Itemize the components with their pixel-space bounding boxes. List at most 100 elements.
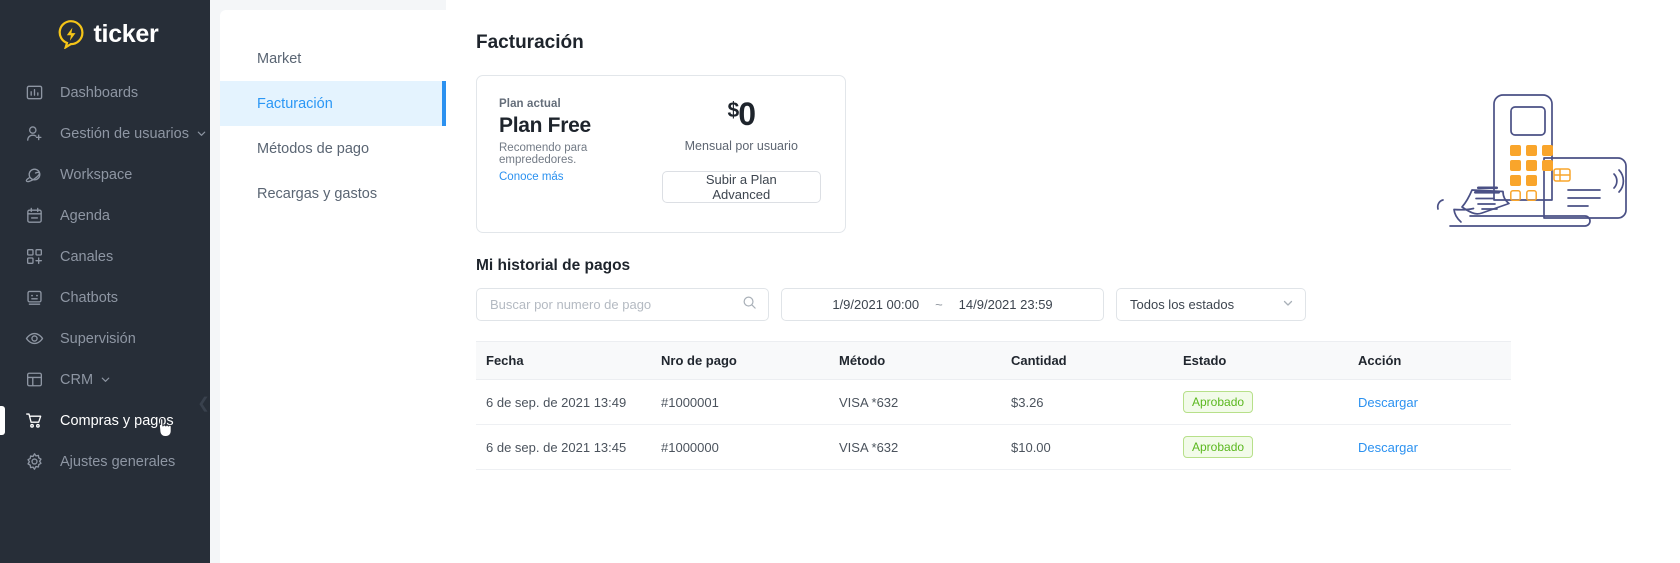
sidebar-item-compras-y-pagos[interactable]: Compras y pagos: [0, 400, 210, 441]
sidebar-item-label: Canales: [60, 248, 114, 265]
calendar-icon: [24, 206, 44, 226]
sidebar-item-gestion-de-usuarios[interactable]: Gestión de usuarios: [0, 113, 210, 154]
sidebar-item-agenda[interactable]: Agenda: [0, 195, 210, 236]
cell-cantidad: $3.26: [1001, 379, 1173, 425]
sidebar-item-label: CRM: [60, 371, 94, 388]
brand-logo[interactable]: ticker: [0, 0, 210, 68]
chevron-down-icon[interactable]: [196, 128, 207, 139]
sidebar-item-supervision[interactable]: Supervisión: [0, 318, 210, 359]
sidebar-nav: Dashboards Gestión de usuarios Workspace…: [0, 72, 210, 482]
brand-name: ticker: [93, 19, 159, 48]
price-note: Mensual por usuario: [684, 139, 798, 153]
payment-history-table: Fecha Nro de pago Método Cantidad Estado…: [476, 341, 1511, 470]
plan-name: Plan Free: [499, 114, 591, 137]
cell-metodo: VISA *632: [829, 424, 1001, 470]
download-link[interactable]: Descargar: [1358, 440, 1418, 455]
status-badge: Aprobado: [1183, 436, 1254, 458]
column-header-nro-de-pago: Nro de pago: [651, 341, 829, 380]
chevron-down-icon[interactable]: [100, 374, 111, 385]
table-header: Fecha Nro de pago Método Cantidad Estado…: [476, 341, 1511, 380]
column-header-fecha: Fecha: [476, 341, 651, 380]
cell-estado: Aprobado: [1173, 379, 1348, 425]
subnav-item-facturacion[interactable]: Facturación: [220, 81, 446, 126]
sidebar-item-label: Ajustes generales: [60, 453, 176, 470]
subnav-item-market[interactable]: Market: [220, 36, 446, 81]
plan-details: Plan actual Plan Free Recomendo para emp…: [499, 96, 662, 232]
grid-add-icon: [24, 247, 44, 267]
plan-pricing: $0 Mensual por usuario Subir a Plan Adva…: [661, 96, 823, 232]
sidebar-item-canales[interactable]: Canales: [0, 236, 210, 277]
history-filters: 1/9/2021 00:00 ~ 14/9/2021 23:59 Todos l…: [476, 288, 1640, 321]
subnav-item-label: Recargas y gastos: [257, 185, 378, 202]
table-header-row: Fecha Nro de pago Método Cantidad Estado…: [476, 341, 1511, 380]
chart-bars-icon: [24, 83, 44, 103]
search-icon[interactable]: [742, 295, 757, 315]
date-range-separator: ~: [935, 297, 943, 312]
table-body: 6 de sep. de 2021 13:49 #1000001 VISA *6…: [476, 379, 1511, 470]
cell-fecha: 6 de sep. de 2021 13:45: [476, 424, 651, 470]
app-root: ticker Dashboards Gestión de usuarios Wo…: [0, 0, 1680, 563]
know-more-link[interactable]: Conoce más: [499, 171, 662, 183]
status-filter-select[interactable]: Todos los estados: [1116, 288, 1306, 321]
shopping-cart-icon: [24, 411, 44, 431]
user-add-icon: [24, 124, 44, 144]
layout-icon: [24, 370, 44, 390]
mouse-cursor: [157, 417, 174, 438]
cell-metodo: VISA *632: [829, 379, 1001, 425]
cell-fecha: 6 de sep. de 2021 13:49: [476, 379, 651, 425]
eye-icon: [24, 329, 44, 349]
cell-accion: Descargar: [1348, 424, 1511, 470]
subnav-item-recargas-y-gastos[interactable]: Recargas y gastos: [220, 171, 446, 216]
date-range-picker[interactable]: 1/9/2021 00:00 ~ 14/9/2021 23:59: [781, 288, 1104, 321]
cell-cantidad: $10.00: [1001, 424, 1173, 470]
chevron-left-icon: ❮: [197, 395, 210, 412]
main-content: Facturación Plan actual Plan Free Recome…: [446, 0, 1680, 563]
ticker-pin-icon: [56, 19, 86, 50]
status-badge: Aprobado: [1183, 391, 1254, 413]
table-row: 6 de sep. de 2021 13:45 #1000000 VISA *6…: [476, 424, 1511, 470]
column-header-accion: Acción: [1348, 341, 1511, 380]
column-header-cantidad: Cantidad: [1001, 341, 1173, 380]
sidebar-item-label: Chatbots: [60, 289, 119, 306]
subnav-item-label: Facturación: [257, 95, 333, 112]
sidebar-item-label: Dashboards: [60, 84, 139, 101]
subnav-item-label: Market: [257, 50, 302, 67]
sidebar-item-dashboards[interactable]: Dashboards: [0, 72, 210, 113]
sidebar-item-crm[interactable]: CRM: [0, 359, 210, 400]
subnav-item-label: Métodos de pago: [257, 140, 370, 157]
date-range-to: 14/9/2021 23:59: [958, 297, 1053, 312]
date-range-from: 1/9/2021 00:00: [832, 297, 920, 312]
currency-symbol: $: [727, 99, 740, 122]
cell-nro-de-pago: #1000000: [651, 424, 829, 470]
table-row: 6 de sep. de 2021 13:49 #1000001 VISA *6…: [476, 379, 1511, 425]
plan-subtitle: Recomendo para emprededores.: [499, 142, 588, 166]
gear-icon: [24, 452, 44, 472]
search-input[interactable]: [490, 297, 742, 312]
subnav-list: Market Facturación Métodos de pago Recar…: [220, 10, 446, 563]
sidebar-collapse-button[interactable]: ❮: [196, 384, 211, 422]
history-section-title: Mi historial de pagos: [476, 257, 631, 274]
sidebar-item-label: Agenda: [60, 207, 110, 224]
sidebar-item-label: Gestión de usuarios: [60, 125, 189, 142]
planet-icon: [24, 165, 44, 185]
plan-kicker: Plan actual: [499, 98, 561, 110]
page-title: Facturación: [476, 32, 584, 53]
sidebar-item-ajustes-generales[interactable]: Ajustes generales: [0, 441, 210, 482]
primary-sidebar: ticker Dashboards Gestión de usuarios Wo…: [0, 0, 210, 563]
sidebar-item-workspace[interactable]: Workspace: [0, 154, 210, 195]
subnav-panel: Market Facturación Métodos de pago Recar…: [210, 0, 446, 563]
column-header-metodo: Método: [829, 341, 1001, 380]
cell-estado: Aprobado: [1173, 424, 1348, 470]
cell-accion: Descargar: [1348, 379, 1511, 425]
sidebar-item-label: Workspace: [60, 166, 133, 183]
sidebar-item-label: Supervisión: [60, 330, 136, 347]
cell-nro-de-pago: #1000001: [651, 379, 829, 425]
plan-price: $0: [662, 98, 821, 130]
sidebar-item-chatbots[interactable]: Chatbots: [0, 277, 210, 318]
download-link[interactable]: Descargar: [1358, 395, 1418, 410]
subnav-item-metodos-de-pago[interactable]: Métodos de pago: [220, 126, 446, 171]
search-payment-box[interactable]: [476, 288, 769, 321]
status-filter-value: Todos los estados: [1130, 297, 1235, 312]
upgrade-plan-button[interactable]: Subir a Plan Advanced: [661, 171, 821, 203]
chevron-down-icon[interactable]: [1282, 297, 1294, 312]
